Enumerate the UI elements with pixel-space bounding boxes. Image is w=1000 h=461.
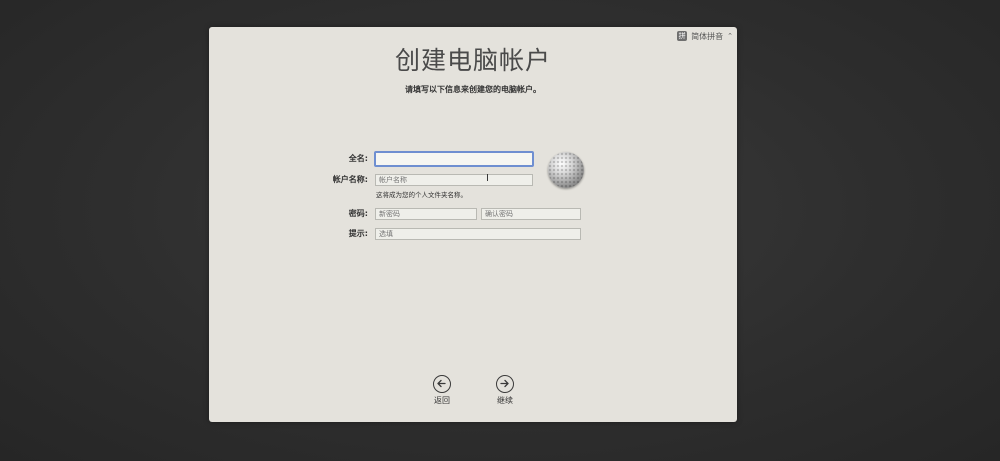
chevron-updown-icon: ⌃ [727,32,733,40]
password-label: 密码: [348,209,368,218]
text-cursor-icon: I [486,173,489,184]
password-hint-field[interactable] [375,228,581,240]
account-name-field[interactable] [375,174,533,186]
hint-label: 提示: [348,229,368,238]
back-arrow-icon [433,375,451,393]
setup-assistant-window: 拼 简体拼音 ⌃ 创建电脑帐户 请填写以下信息来创建您的电脑帐户。 全名: 帐户… [209,27,737,422]
full-name-field[interactable] [374,151,534,167]
user-avatar-golf-ball[interactable] [548,152,584,188]
back-label: 返回 [434,396,450,405]
page-subtitle: 请填写以下信息来创建您的电脑帐户。 [405,85,541,94]
input-method-label: 简体拼音 [691,31,724,41]
pinyin-icon: 拼 [677,31,688,41]
account-name-hint: 这将成为您的个人文件夹名称。 [376,191,467,199]
full-name-label: 全名: [348,154,368,163]
back-button[interactable]: 返回 [422,375,462,406]
verify-password-field[interactable] [481,208,581,220]
forward-arrow-icon [496,375,514,393]
continue-label: 继续 [497,396,513,405]
continue-button[interactable]: 继续 [485,375,525,406]
new-password-field[interactable] [375,208,477,220]
account-name-label: 帐户名称: [332,175,368,184]
page-title: 创建电脑帐户 [394,46,551,75]
